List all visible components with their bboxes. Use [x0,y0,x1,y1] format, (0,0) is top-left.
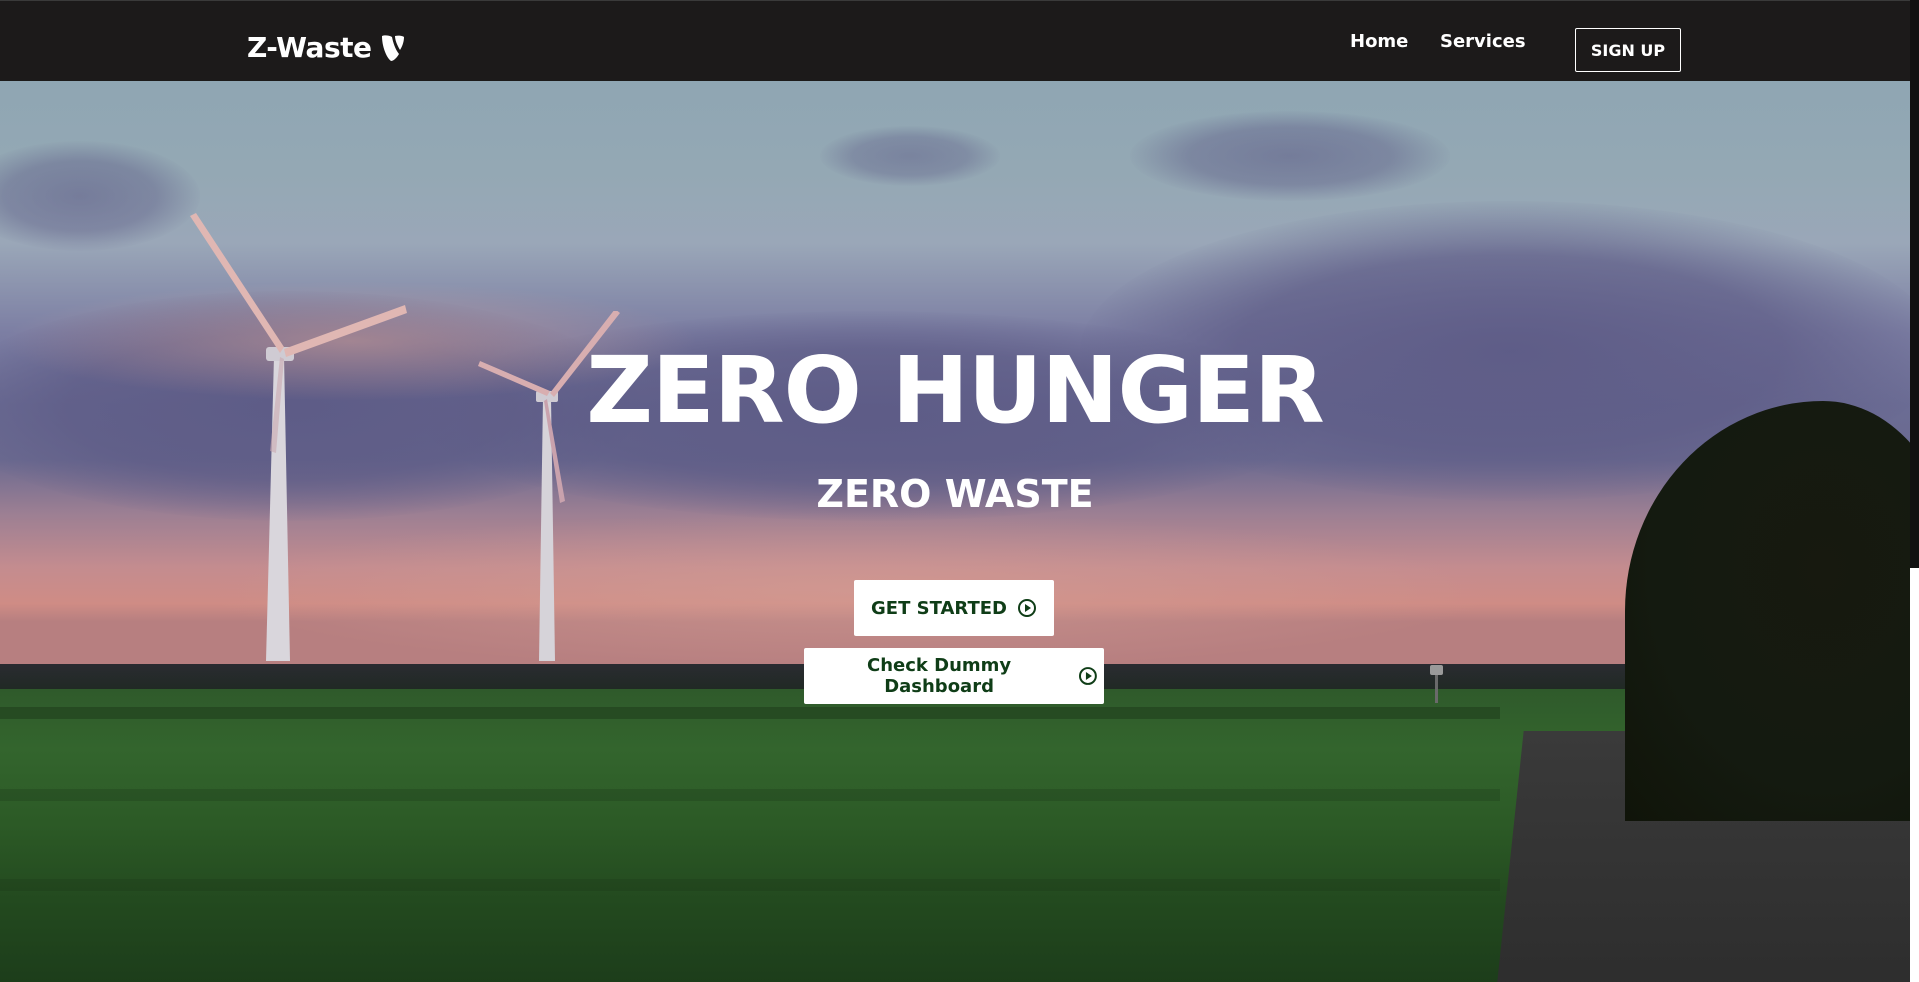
hero-title: ZERO HUNGER [586,337,1325,444]
top-navbar: Z-Waste Home Services SIGN UP [0,0,1910,81]
signup-button[interactable]: SIGN UP [1575,28,1681,72]
get-started-button[interactable]: GET STARTED [854,580,1054,636]
get-started-label: GET STARTED [871,597,1007,619]
check-dashboard-label: Check Dummy Dashboard [867,655,1012,697]
hero-field-stripe [0,879,1500,891]
street-lamp [1430,665,1443,703]
hero-cloud [0,141,200,251]
typo3-shield-icon [381,34,404,61]
brand-logo-link[interactable]: Z-Waste [247,31,406,64]
nav-link-services[interactable]: Services [1440,31,1526,52]
brand-name: Z-Waste [247,31,372,64]
hero-cloud [820,126,1000,186]
play-circle-icon [1017,599,1036,617]
hero-field-stripe [0,789,1500,801]
check-dashboard-button[interactable]: Check Dummy Dashboard [804,648,1104,704]
hero-section: ZERO HUNGER ZERO WASTE GET STARTED Check… [0,81,1910,982]
hero-field-stripe [0,707,1500,719]
hero-subtitle: ZERO WASTE [816,472,1094,516]
right-edge-scrollbar-area [1910,0,1919,568]
play-circle-icon [1079,667,1098,685]
landing-page: Z-Waste Home Services SIGN UP ZERO HUNGE… [0,0,1919,982]
nav-link-home[interactable]: Home [1350,31,1408,52]
hero-cloud [1130,111,1450,201]
